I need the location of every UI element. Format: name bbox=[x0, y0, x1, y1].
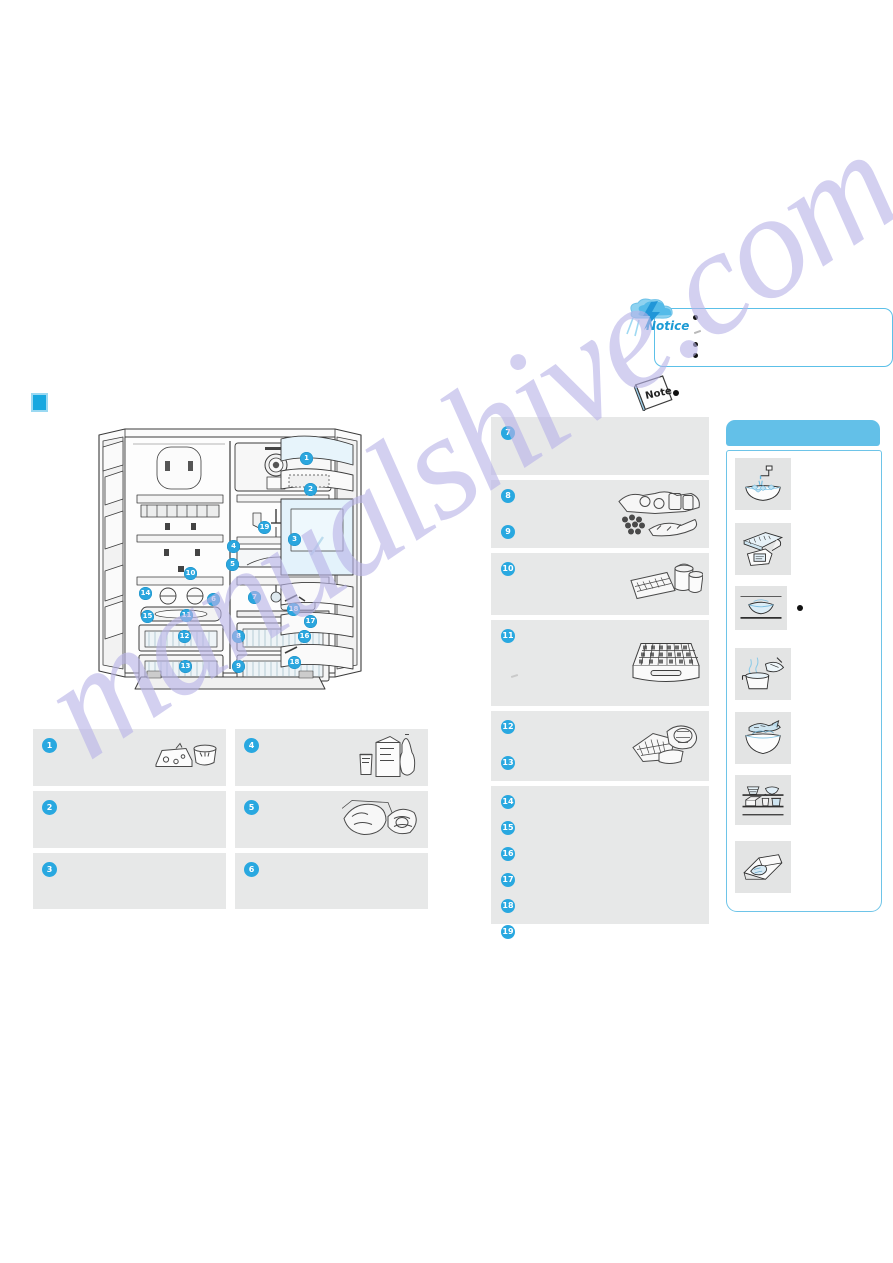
tip-thumbnail-2 bbox=[735, 523, 791, 575]
parts-number-badge-11: 11 bbox=[501, 629, 515, 643]
parts-cell-2: 2 bbox=[33, 791, 226, 848]
parts-number-badge-14: 14 bbox=[501, 795, 515, 809]
diagram-callout-5-4: 5 bbox=[226, 558, 239, 571]
parts-number-badge-6: 6 bbox=[244, 862, 259, 877]
notice-bullet-1 bbox=[693, 315, 698, 320]
diagram-callout-13-12: 13 bbox=[179, 660, 192, 673]
diagram-callout-6-5: 6 bbox=[207, 593, 220, 606]
food-storage-tips-panel bbox=[726, 420, 882, 912]
parts-group-14-15-16-17-18-19: 14 15 16 17 18 19 bbox=[491, 786, 709, 939]
diagram-callout-11-10: 11 bbox=[180, 609, 193, 622]
parts-cell-6: 6 bbox=[235, 853, 428, 909]
cloud-lightning-icon: Notice bbox=[618, 296, 690, 341]
tip-thumbnail-3 bbox=[735, 586, 787, 630]
panel-header-bar bbox=[726, 420, 880, 446]
parts-cell-1: 1 bbox=[33, 729, 226, 786]
notice-bullet-2 bbox=[693, 342, 698, 347]
parts-number-badge-13: 13 bbox=[501, 756, 515, 770]
tip-thumbnail-5 bbox=[735, 712, 791, 764]
notice-subdash bbox=[693, 329, 702, 335]
parts-sub-dash bbox=[510, 673, 519, 679]
parts-group-7: 7 bbox=[491, 417, 709, 475]
parts-group-11: 11 bbox=[491, 620, 709, 706]
shelf-with-containers-icon bbox=[741, 782, 785, 818]
notebook-icon: Note bbox=[632, 375, 678, 413]
tip-thumbnail-4 bbox=[735, 648, 791, 700]
panel-body bbox=[726, 450, 882, 912]
notice-bullet-3 bbox=[693, 353, 698, 358]
parts-number-badge-12: 12 bbox=[501, 720, 515, 734]
diagram-callout-4-3: 4 bbox=[227, 540, 240, 553]
ice-tray-icon bbox=[629, 636, 703, 691]
diagram-callout-16-15: 16 bbox=[298, 630, 311, 643]
diagram-callout-8-7: 8 bbox=[232, 630, 245, 643]
steaming-pot-with-lid-icon bbox=[741, 654, 785, 693]
parts-number-badge-17: 17 bbox=[501, 873, 515, 887]
diagram-callout-12-11: 12 bbox=[178, 630, 191, 643]
parts-number-badge-3: 3 bbox=[42, 862, 57, 877]
diagram-callout-18-17: 18 bbox=[287, 603, 300, 616]
parts-number-badge-10: 10 bbox=[501, 562, 515, 576]
parts-number-badge-5: 5 bbox=[244, 800, 259, 815]
diagram-callout-18-18: 18 bbox=[288, 656, 301, 669]
parts-number-badge-7: 7 bbox=[501, 426, 515, 440]
parts-number-badge-9: 9 bbox=[501, 525, 515, 539]
parts-number-badge-15: 15 bbox=[501, 821, 515, 835]
tip-thumbnail-1 bbox=[735, 458, 791, 510]
diagram-callout-14-13: 14 bbox=[139, 587, 152, 600]
diagram-callout-1-0: 1 bbox=[300, 452, 313, 465]
parts-cell-3: 3 bbox=[33, 853, 226, 909]
tip-thumbnail-6 bbox=[735, 775, 791, 825]
note-bullet-1 bbox=[673, 390, 679, 396]
covered-bowl-icon bbox=[739, 592, 783, 625]
parts-cell-5: 5 bbox=[235, 791, 428, 848]
diagram-callout-9-8: 9 bbox=[232, 660, 245, 673]
packaged-meat-icon bbox=[341, 796, 420, 843]
parts-number-badge-1: 1 bbox=[42, 738, 57, 753]
parts-table-middle: 7 8 9 10 11 12 13 14 15 16 17 18 19 bbox=[491, 417, 709, 939]
refrigerator-diagram: 1 2 3 4 5 6 7 8 9 10 11 12 13 14 15 16 17 18 18 19 bbox=[85, 425, 375, 710]
vegetables-fruit-icon bbox=[615, 486, 703, 543]
parts-table-left: 1 4 2 5 3 6 bbox=[33, 729, 428, 909]
manual-page: 1 2 3 4 5 6 7 8 9 10 11 12 13 14 15 16 17 18 18 19 Notice N… bbox=[0, 0, 893, 1263]
bowl-under-faucet-icon bbox=[741, 464, 785, 503]
cheese-and-bowl-icon bbox=[152, 738, 218, 777]
notice-bullet-list bbox=[693, 313, 883, 365]
parts-number-badge-2: 2 bbox=[42, 800, 57, 815]
parts-group-12-13: 12 13 bbox=[491, 711, 709, 781]
diagram-callout-3-2: 3 bbox=[288, 533, 301, 546]
diagram-callout-7-6: 7 bbox=[248, 591, 261, 604]
diagram-callout-15-14: 15 bbox=[141, 610, 154, 623]
parts-number-badge-16: 16 bbox=[501, 847, 515, 861]
notice-label: Notice bbox=[646, 319, 689, 333]
parts-number-badge-18: 18 bbox=[501, 899, 515, 913]
parts-group-8-9: 89 bbox=[491, 480, 709, 548]
parts-number-badge-8: 8 bbox=[501, 489, 515, 503]
milk-carton-and-bottle-icon bbox=[358, 730, 420, 785]
section-bullet-marker bbox=[31, 393, 48, 412]
wrapping-food-in-foil-icon bbox=[741, 529, 785, 568]
bowl-of-fish-icon bbox=[741, 719, 785, 757]
parts-number-badge-19: 19 bbox=[501, 925, 515, 939]
parts-group-10: 10 bbox=[491, 553, 709, 615]
diagram-callout-17-16: 17 bbox=[304, 615, 317, 628]
tip-thumbnail-7 bbox=[735, 841, 791, 893]
tip-bullet-3 bbox=[797, 605, 803, 611]
parts-cell-4: 4 bbox=[235, 729, 428, 786]
wrapped-food-icon bbox=[631, 722, 703, 771]
food-in-open-wrapper-icon bbox=[741, 850, 785, 884]
frozen-food-jars-icon bbox=[627, 561, 704, 608]
diagram-callout-10-9: 10 bbox=[184, 567, 197, 580]
diagram-callout-2-1: 2 bbox=[304, 483, 317, 496]
diagram-callout-19-19: 19 bbox=[258, 521, 271, 534]
parts-number-badge-4: 4 bbox=[244, 738, 259, 753]
